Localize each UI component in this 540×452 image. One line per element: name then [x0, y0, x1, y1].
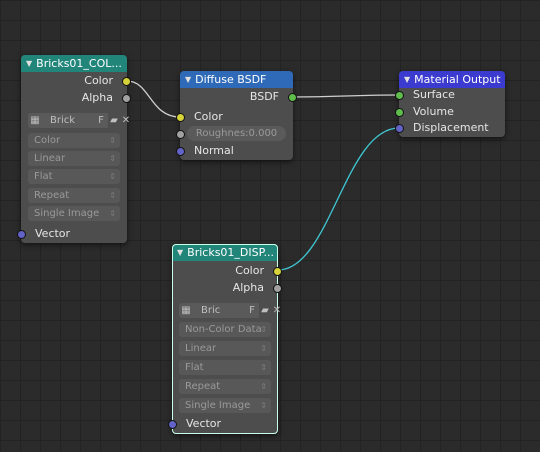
input-vector-label: Vector	[186, 417, 222, 430]
interpolation-value: Linear	[185, 343, 217, 354]
folder-icon[interactable]: ▰	[259, 303, 271, 318]
color-space-value: Color	[34, 135, 61, 146]
source-value: Single Image	[34, 208, 100, 219]
dropdown-arrows-icon: ⇕	[109, 154, 116, 163]
dropdown-arrows-icon: ⇕	[260, 325, 267, 334]
input-roughness-socket[interactable]	[176, 130, 185, 139]
dropdown-arrows-icon: ⇕	[260, 344, 267, 353]
interpolation-dropdown[interactable]: Linear ⇕	[28, 151, 120, 166]
diffuse-bsdf-node[interactable]: ▼ Diffuse BSDF BSDF Color Roughnes:0.000…	[176, 71, 297, 160]
input-surface-label: Surface	[413, 88, 455, 101]
projection-dropdown[interactable]: Flat ⇕	[179, 360, 271, 375]
image-name-field[interactable]: Bric	[193, 303, 245, 318]
node-title: Diffuse BSDF	[195, 73, 267, 86]
output-color-socket[interactable]	[122, 77, 131, 86]
dropdown-arrows-icon: ⇕	[109, 172, 116, 181]
output-color-label: Color	[235, 264, 264, 277]
node-header[interactable]: ▼ Diffuse BSDF	[180, 71, 293, 88]
output-bsdf-label: BSDF	[249, 90, 279, 103]
interpolation-value: Linear	[34, 153, 66, 164]
extension-dropdown[interactable]: Repeat ⇕	[179, 379, 271, 394]
link-bsdf-to-surface[interactable]	[292, 94, 400, 98]
source-value: Single Image	[185, 400, 251, 411]
node-header[interactable]: ▼ Bricks01_DISP...	[172, 244, 278, 261]
node-editor-canvas[interactable]: ▼ Bricks01_COL... Color Alpha ▦ Brick F …	[0, 0, 540, 452]
image-texture-node-color[interactable]: ▼ Bricks01_COL... Color Alpha ▦ Brick F …	[17, 55, 131, 243]
input-normal-label: Normal	[194, 144, 234, 157]
output-bsdf-socket[interactable]	[288, 93, 297, 102]
source-dropdown[interactable]: Single Image ⇕	[179, 398, 271, 413]
color-space-value: Non-Color Data	[185, 324, 262, 335]
dropdown-arrows-icon: ⇕	[109, 136, 116, 145]
node-title: Material Output	[414, 73, 501, 86]
material-output-node[interactable]: ▼ Material Output Surface Volume Displac…	[395, 71, 505, 137]
dropdown-arrows-icon: ⇕	[109, 209, 116, 218]
image-name-field[interactable]: Brick	[42, 113, 94, 128]
projection-value: Flat	[34, 171, 53, 182]
node-header[interactable]: ▼ Material Output	[399, 71, 505, 88]
input-color-socket[interactable]	[176, 113, 185, 122]
input-displacement-socket[interactable]	[395, 124, 404, 133]
input-surface-socket[interactable]	[395, 91, 404, 100]
dropdown-arrows-icon: ⇕	[260, 401, 267, 410]
triangle-down-icon[interactable]: ▼	[177, 244, 183, 261]
projection-dropdown[interactable]: Flat ⇕	[28, 169, 120, 184]
image-selector[interactable]: ▦ Brick F ▰ ✕	[28, 113, 132, 128]
output-alpha-socket[interactable]	[273, 284, 282, 293]
folder-icon[interactable]: ▰	[108, 113, 120, 128]
image-texture-node-displacement[interactable]: ▼ Bricks01_DISP... Color Alpha ▦ Bric F …	[168, 244, 282, 434]
extension-value: Repeat	[34, 190, 70, 201]
output-color-label: Color	[84, 74, 113, 87]
roughness-slider[interactable]: Roughnes:0.000	[187, 126, 286, 141]
input-vector-socket[interactable]	[17, 230, 26, 239]
output-alpha-label: Alpha	[81, 91, 113, 104]
input-volume-label: Volume	[413, 105, 454, 118]
node-header[interactable]: ▼ Bricks01_COL...	[21, 55, 127, 72]
color-space-dropdown[interactable]: Color ⇕	[28, 133, 120, 148]
extension-value: Repeat	[185, 381, 221, 392]
output-color-socket[interactable]	[273, 267, 282, 276]
input-vector-label: Vector	[35, 227, 71, 240]
fake-user-toggle[interactable]: F	[94, 113, 108, 128]
projection-value: Flat	[185, 362, 204, 373]
dropdown-arrows-icon: ⇕	[260, 363, 267, 372]
input-vector-socket[interactable]	[168, 420, 177, 429]
interpolation-dropdown[interactable]: Linear ⇕	[179, 341, 271, 356]
triangle-down-icon[interactable]: ▼	[404, 71, 410, 88]
dropdown-arrows-icon: ⇕	[109, 191, 116, 200]
image-selector[interactable]: ▦ Bric F ▰ ✕	[179, 303, 283, 318]
input-volume-socket[interactable]	[395, 108, 404, 117]
extension-dropdown[interactable]: Repeat ⇕	[28, 188, 120, 203]
source-dropdown[interactable]: Single Image ⇕	[28, 206, 120, 221]
close-icon[interactable]: ✕	[271, 303, 283, 318]
link-disp-color-to-displacement[interactable]	[277, 127, 400, 271]
image-icon[interactable]: ▦	[179, 303, 193, 318]
triangle-down-icon[interactable]: ▼	[26, 55, 32, 72]
triangle-down-icon[interactable]: ▼	[185, 71, 191, 88]
fake-user-toggle[interactable]: F	[245, 303, 259, 318]
node-title: Bricks01_COL...	[36, 57, 122, 70]
input-displacement-label: Displacement	[413, 121, 489, 134]
color-space-dropdown[interactable]: Non-Color Data ⇕	[179, 322, 271, 337]
output-alpha-socket[interactable]	[122, 94, 131, 103]
link-color-to-diffuse[interactable]	[126, 80, 181, 118]
dropdown-arrows-icon: ⇕	[260, 382, 267, 391]
input-color-label: Color	[194, 110, 223, 123]
input-normal-socket[interactable]	[176, 147, 185, 156]
output-alpha-label: Alpha	[232, 281, 264, 294]
image-icon[interactable]: ▦	[28, 113, 42, 128]
close-icon[interactable]: ✕	[120, 113, 132, 128]
node-title: Bricks01_DISP...	[187, 246, 275, 259]
